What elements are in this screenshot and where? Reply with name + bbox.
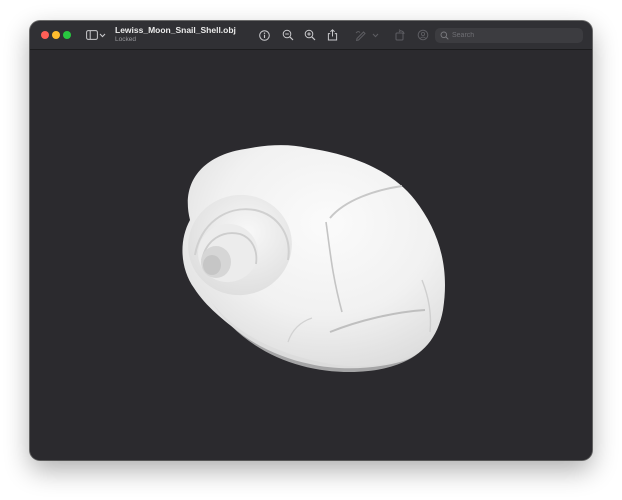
info-icon[interactable]	[257, 28, 271, 42]
model-viewport[interactable]	[30, 50, 592, 460]
minimize-window-button[interactable]	[52, 31, 60, 39]
search-field[interactable]	[435, 28, 583, 43]
search-input[interactable]	[449, 32, 572, 39]
zoom-window-button[interactable]	[63, 31, 71, 39]
preview-window: Lewiss_Moon_Snail_Shell.obj Locked	[30, 21, 592, 460]
zoom-in-icon[interactable]	[303, 28, 317, 42]
rotate-icon[interactable]	[393, 28, 407, 42]
zoom-out-icon[interactable]	[281, 28, 295, 42]
document-title: Lewiss_Moon_Snail_Shell.obj	[115, 25, 236, 35]
title-bar: Lewiss_Moon_Snail_Shell.obj Locked	[30, 21, 592, 50]
share-icon[interactable]	[325, 28, 339, 42]
document-status: Locked	[115, 35, 136, 43]
snail-shell-model[interactable]	[30, 50, 592, 460]
document-title-block[interactable]: Lewiss_Moon_Snail_Shell.obj Locked	[115, 26, 236, 43]
crop-icon[interactable]	[416, 28, 430, 42]
markup-chevron-icon[interactable]	[370, 28, 380, 42]
close-window-button[interactable]	[41, 31, 49, 39]
markup-icon[interactable]	[354, 28, 368, 42]
chevron-down-icon[interactable]	[97, 28, 107, 42]
search-icon	[440, 31, 449, 40]
